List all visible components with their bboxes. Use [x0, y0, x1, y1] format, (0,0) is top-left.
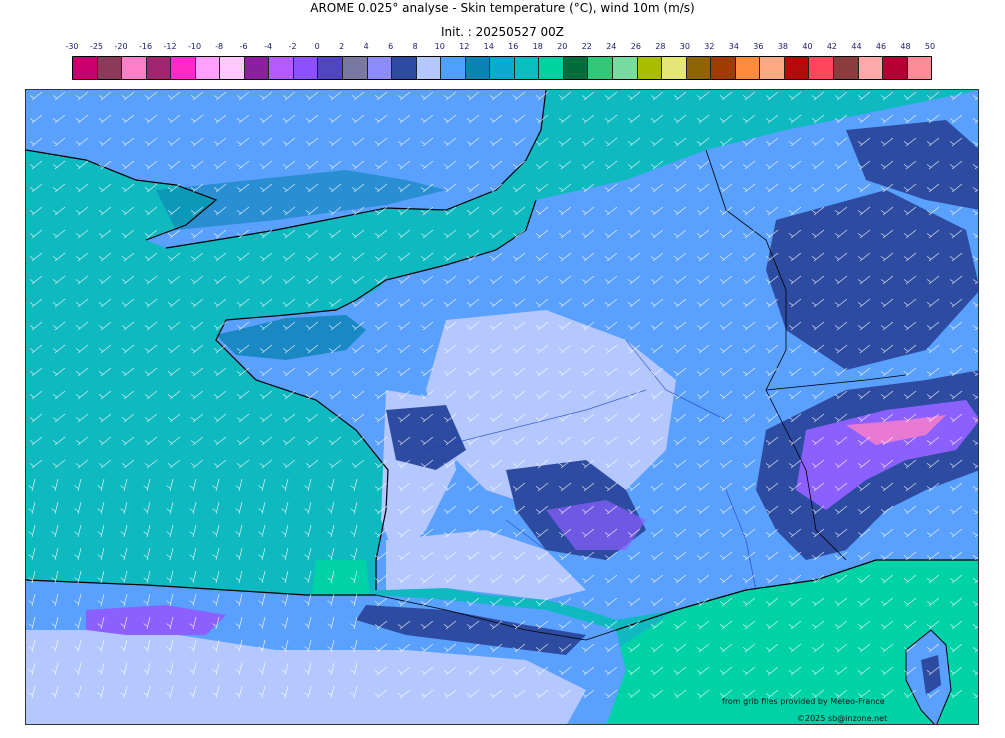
legend-swatch — [637, 57, 663, 79]
legend-label: -10 — [188, 42, 202, 51]
legend-swatch — [514, 57, 540, 79]
legend-swatch — [784, 57, 810, 79]
legend-label: -12 — [163, 42, 177, 51]
legend-swatch — [343, 57, 368, 79]
legend-label: -2 — [288, 42, 297, 51]
legend-label: 22 — [581, 42, 592, 51]
legend-swatch — [711, 57, 736, 79]
legend-swatch — [686, 57, 712, 79]
legend-label: 8 — [412, 42, 418, 51]
legend-label: -25 — [89, 42, 104, 51]
legend-label: -16 — [138, 42, 153, 51]
legend-label: 14 — [483, 42, 494, 51]
legend-label: 2 — [339, 42, 345, 51]
legend-swatch — [122, 57, 147, 79]
legend-swatch — [760, 57, 785, 79]
legend-swatch — [613, 57, 638, 79]
legend-swatch — [195, 57, 221, 79]
legend-label: 46 — [875, 42, 887, 51]
legend-label: -20 — [114, 42, 128, 51]
legend-label: 40 — [802, 42, 813, 51]
temperature-map — [25, 89, 979, 725]
legend-swatch — [146, 57, 172, 79]
legend-swatch — [244, 57, 270, 79]
legend-swatch — [735, 57, 761, 79]
legend-swatch — [662, 57, 687, 79]
legend-label: 36 — [753, 42, 764, 51]
legend-label: 26 — [630, 42, 641, 51]
legend-swatch — [465, 57, 491, 79]
legend-swatch — [171, 57, 196, 79]
color-legend — [72, 56, 932, 80]
legend-labels: -30 -25 -20 -16 -12 -10 -8 -6 -4 -2 0 2 4 6 8 10 12 14 16 1… — [65, 42, 935, 54]
legend-swatch — [441, 57, 466, 79]
legend-swatch — [318, 57, 344, 79]
legend-label: 28 — [655, 42, 666, 51]
legend-label: 0 — [314, 42, 320, 51]
legend-label: 44 — [851, 42, 862, 51]
legend-swatch — [293, 57, 319, 79]
init-time: Init. : 20250527 00Z — [440, 25, 565, 39]
legend-swatch — [416, 57, 442, 79]
legend-label: 30 — [679, 42, 690, 51]
legend-swatch — [833, 57, 859, 79]
legend-label: 18 — [532, 42, 543, 51]
legend-label: 12 — [459, 42, 470, 51]
legend-swatch — [539, 57, 564, 79]
legend-label: -30 — [65, 42, 79, 51]
chart-title: AROME 0.025° analyse - Skin temperature … — [310, 1, 695, 15]
legend-label: 32 — [704, 42, 715, 51]
legend-label: -8 — [215, 42, 224, 51]
legend-label: 16 — [508, 42, 519, 51]
legend-swatch — [883, 57, 908, 79]
map-canvas — [26, 90, 978, 724]
legend-swatch — [392, 57, 417, 79]
legend-label: 50 — [924, 42, 936, 51]
legend-swatch — [809, 57, 834, 79]
legend-label: -4 — [264, 42, 273, 51]
legend-swatch — [563, 57, 589, 79]
legend-swatch — [269, 57, 294, 79]
legend-label: 20 — [557, 42, 568, 51]
legend-swatch — [73, 57, 98, 79]
legend-label: 42 — [826, 42, 838, 51]
legend-swatch — [490, 57, 515, 79]
legend-swatch — [220, 57, 245, 79]
legend-swatch — [367, 57, 393, 79]
legend-label: 34 — [728, 42, 739, 51]
legend-label: 24 — [606, 42, 617, 51]
legend-swatch — [858, 57, 884, 79]
legend-label: 6 — [388, 42, 394, 51]
legend-label: 48 — [900, 42, 911, 51]
data-source-credit: from grib files provided by Meteo-France — [722, 697, 885, 706]
legend-swatch — [588, 57, 614, 79]
copyright-credit: ©2025 sb@inzone.net — [797, 714, 888, 723]
legend-swatch — [97, 57, 123, 79]
legend-label: 38 — [777, 42, 788, 51]
legend-label: 10 — [434, 42, 445, 51]
legend-label: 4 — [363, 42, 369, 51]
legend-swatch — [907, 57, 932, 79]
legend-label: -6 — [239, 42, 248, 51]
